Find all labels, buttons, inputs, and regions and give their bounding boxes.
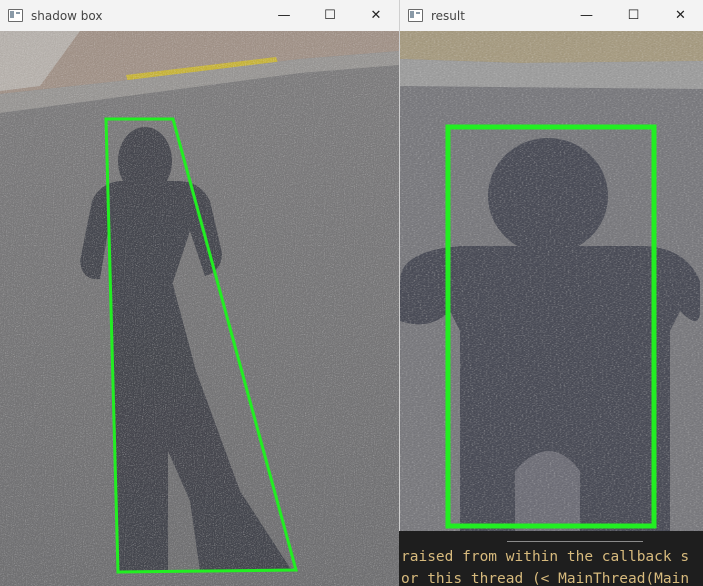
terminal-line: or this thread (< MainThread(Main <box>401 571 690 586</box>
shadow-box-window: shadow box — ☐ ✕ <box>0 0 399 586</box>
result-titlebar[interactable]: result — ☐ ✕ <box>400 0 703 31</box>
window-title: shadow box <box>31 8 103 23</box>
result-image <box>400 31 703 531</box>
scroll-divider <box>507 541 643 542</box>
terminal-line: raised from within the callback s <box>401 549 690 565</box>
close-button[interactable]: ✕ <box>353 0 399 31</box>
shadow-box-titlebar[interactable]: shadow box — ☐ ✕ <box>0 0 399 31</box>
shadow-box-image <box>0 31 399 586</box>
minimize-button[interactable]: — <box>261 0 307 31</box>
app-icon <box>408 9 423 22</box>
shadow-box-photo <box>0 31 399 586</box>
app-icon <box>8 9 23 22</box>
window-title: result <box>431 8 465 23</box>
maximize-button[interactable]: ☐ <box>610 0 657 31</box>
close-button[interactable]: ✕ <box>657 0 703 31</box>
terminal-output: raised from within the callback s or thi… <box>399 531 703 586</box>
result-photo <box>400 31 703 531</box>
result-window: result — ☐ ✕ <box>399 0 703 531</box>
maximize-button[interactable]: ☐ <box>307 0 353 31</box>
minimize-button[interactable]: — <box>563 0 610 31</box>
